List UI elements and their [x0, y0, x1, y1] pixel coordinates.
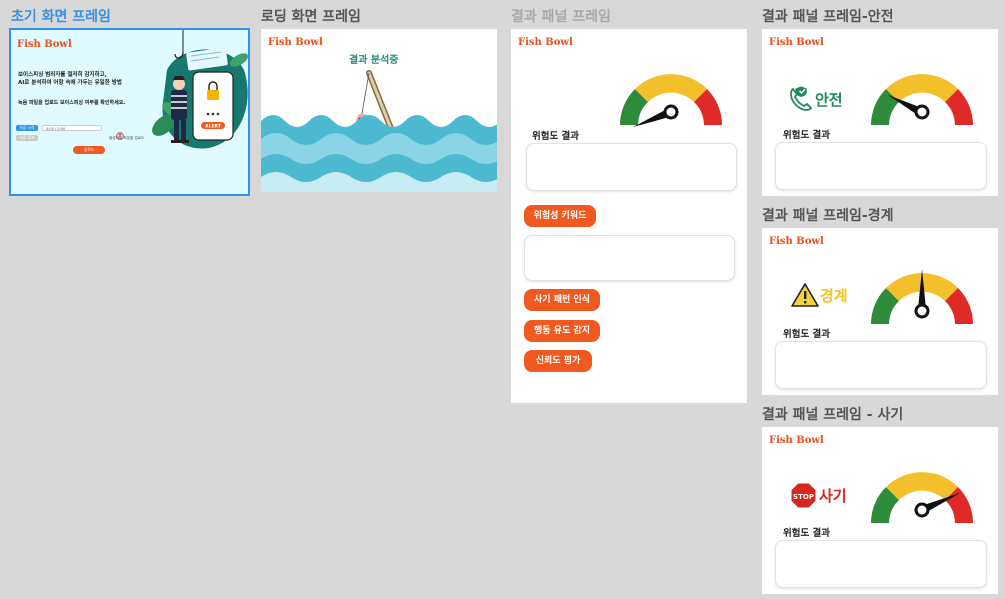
fraud-status: STOP 사기 [790, 482, 847, 509]
safe-status: 안전 [787, 85, 843, 113]
result-panel-fraud-frame[interactable]: Fish Bowl STOP 사기 위험도 결과 [762, 427, 998, 594]
brand-logo: Fish Bowl [17, 39, 72, 50]
stop-sign-text: STOP [793, 493, 814, 501]
risk-result-label: 위험도 결과 [783, 329, 831, 340]
risk-result-box [775, 341, 987, 389]
risk-result-box [775, 540, 987, 588]
fraud-status-text: 사기 [819, 487, 847, 505]
behavior-induction-button[interactable]: 행동 유도 감지 [524, 320, 600, 342]
phishing-illustration: ALERT [152, 30, 248, 149]
upload-icon[interactable] [116, 125, 124, 140]
risk-result-label: 위험도 결과 [783, 130, 831, 141]
brand-logo: Fish Bowl [769, 37, 824, 48]
intro-line-1: 보이스피싱 범죄자를 철저히 감지하고, [18, 72, 107, 78]
frame-label-initial[interactable]: 초기 화면 프레임 [11, 6, 111, 26]
risk-result-box [526, 143, 737, 191]
brand-logo: Fish Bowl [518, 37, 573, 48]
result-panel-warning-frame[interactable]: Fish Bowl 경계 위험도 결과 [762, 228, 998, 395]
brand-logo: Fish Bowl [769, 435, 824, 446]
keywords-result-box [524, 235, 735, 281]
result-panel-frame[interactable]: Fish Bowl 위험도 결과 위험성 키워드 사기 패턴 인식 행동 유도 … [511, 29, 747, 403]
safe-status-text: 안전 [815, 90, 843, 109]
fishing-wave-illustration [261, 70, 497, 192]
risk-keywords-button[interactable]: 위험성 키워드 [524, 205, 596, 227]
fraud-pattern-button[interactable]: 사기 패턴 인식 [524, 289, 600, 311]
intro-line-2: AI로 분석하여 어항 속에 가두는 유일한 방법 [18, 80, 122, 86]
upload-hint: 음성파일 파일을 업로드 [109, 136, 145, 140]
intro-line-3: 녹음 파일을 업로드 보이스피싱 여부를 확인하세요. [18, 100, 126, 106]
stop-sign-icon: STOP [790, 482, 817, 509]
frame-label-loading[interactable]: 로딩 화면 프레임 [261, 6, 361, 26]
phone-shield-icon [790, 86, 813, 111]
alert-badge: ALERT [205, 124, 222, 130]
frame-label-safe[interactable]: 결과 패널 프레임-안전 [762, 6, 893, 26]
risk-result-box [775, 142, 987, 190]
risk-gauge [871, 472, 973, 523]
warning-status-text: 경계 [820, 286, 848, 305]
risk-result-label: 위험도 결과 [783, 528, 831, 539]
risk-gauge [871, 269, 973, 324]
warning-triangle-icon [791, 283, 819, 307]
result-panel-safe-frame[interactable]: Fish Bowl 안전 위험도 결과 [762, 29, 998, 196]
frame-label-warning[interactable]: 결과 패널 프레임-경계 [762, 205, 893, 225]
audio-player[interactable]: 0:00 / 0:00 [42, 125, 102, 131]
frame-label-fraud[interactable]: 결과 패널 프레임 - 사기 [762, 404, 903, 424]
record-start-button[interactable]: 녹음 시작 [16, 125, 38, 131]
risk-result-label: 위험도 결과 [532, 131, 580, 142]
initial-screen-frame[interactable]: Fish Bowl 보이스피싱 범죄자를 철저히 감지하고, AI로 분석하여 … [9, 28, 250, 196]
trust-evaluation-button[interactable]: 신뢰도 평가 [524, 350, 592, 372]
risk-gauge [871, 74, 973, 125]
risk-gauge [620, 74, 722, 127]
upload-button[interactable]: 업로드 [73, 146, 105, 154]
warning-status: 경계 [790, 282, 848, 308]
brand-logo: Fish Bowl [268, 37, 323, 48]
brand-logo: Fish Bowl [769, 236, 824, 247]
loading-screen-frame[interactable]: Fish Bowl 결과 분석중 [261, 29, 497, 192]
frame-label-result[interactable]: 결과 패널 프레임 [511, 6, 611, 26]
record-stop-button[interactable]: 녹음 중지 [16, 135, 38, 141]
